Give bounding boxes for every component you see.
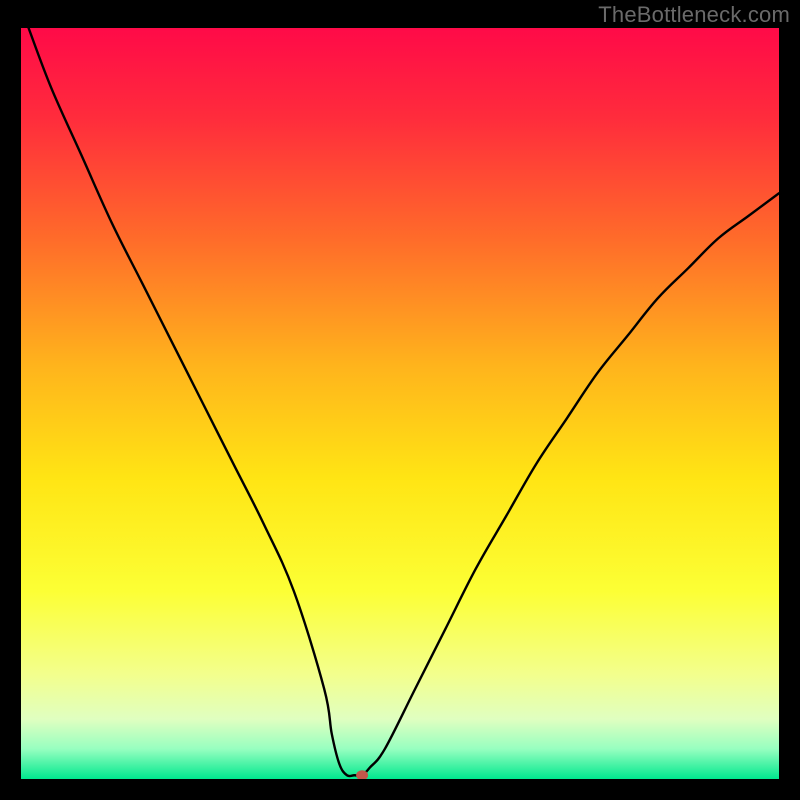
gradient-background: [21, 28, 779, 779]
plot-area: [21, 28, 779, 779]
plot-svg: [21, 28, 779, 779]
chart-frame: TheBottleneck.com: [0, 0, 800, 800]
watermark-text: TheBottleneck.com: [598, 2, 790, 28]
